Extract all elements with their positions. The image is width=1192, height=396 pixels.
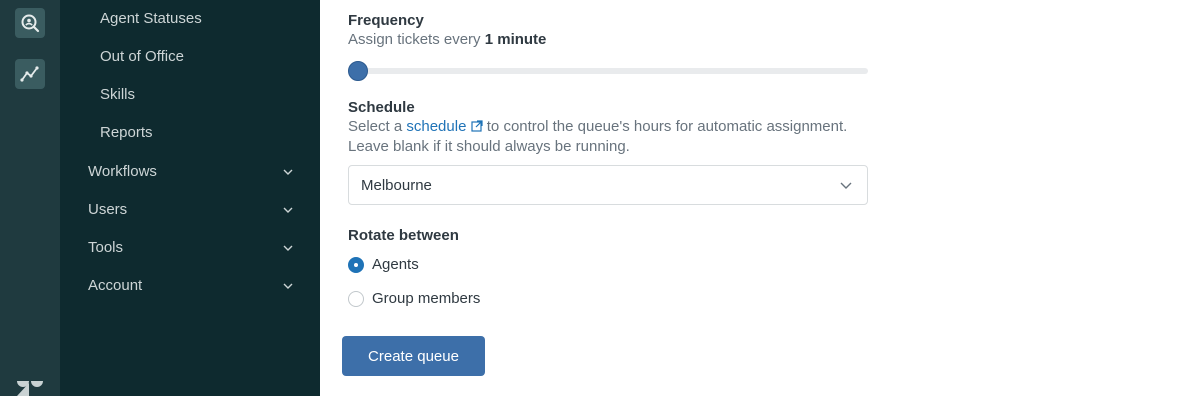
sidebar-section-account[interactable]: Account [88,274,294,298]
queue-form: Frequency Assign tickets every 1 minute … [320,0,1192,396]
sidebar-section-label: Account [88,277,143,294]
chevron-down-icon [283,283,293,289]
create-queue-button[interactable]: Create queue [342,336,485,376]
zendesk-logo-icon [17,381,43,396]
chevron-down-icon [283,207,293,213]
chevron-down-icon [840,182,852,189]
sidebar-item-out-of-office[interactable]: Out of Office [100,45,184,69]
frequency-hint: Assign tickets every 1 minute [348,30,546,50]
schedule-hint-text-end: to control the queue's hours for automat… [482,118,848,135]
search-user-icon[interactable] [15,8,45,38]
frequency-value: 1 minute [484,31,547,48]
chevron-down-icon [283,169,293,175]
radio-unchecked-icon[interactable] [348,290,364,307]
schedule-hint-line2: Leave blank if it should always be runni… [348,138,630,155]
schedule-hint-text: Select a [348,118,407,135]
schedule-link[interactable]: schedule [406,118,483,135]
frequency-slider-thumb[interactable] [348,61,368,81]
frequency-slider-track[interactable] [348,68,868,74]
frequency-hint-text: Assign tickets every [348,31,485,48]
icon-rail [0,0,60,396]
external-link-icon [470,120,483,132]
sidebar-item-skills[interactable]: Skills [100,83,135,107]
schedule-hint: Select a schedule to control the queue's… [348,117,847,137]
sidebar-section-label: Users [88,201,128,218]
analytics-icon[interactable] [15,59,45,89]
chevron-down-icon [283,245,293,251]
radio-agents[interactable]: Agents [348,256,419,273]
rotate-label: Rotate between [348,227,459,244]
radio-label: Group members [372,290,481,307]
sidebar-item-reports[interactable]: Reports [100,121,153,145]
admin-sidebar: Agent Statuses Out of Office Skills Repo… [60,0,320,396]
sidebar-section-workflows[interactable]: Workflows [88,160,294,184]
schedule-label: Schedule [348,99,415,116]
sidebar-section-users[interactable]: Users [88,198,294,222]
schedule-selected-value: Melbourne [361,176,432,194]
frequency-label: Frequency [348,12,424,29]
sidebar-section-label: Workflows [88,163,157,180]
sidebar-section-label: Tools [88,239,124,256]
radio-checked-icon[interactable] [348,256,364,273]
sidebar-item-agent-statuses[interactable]: Agent Statuses [100,7,202,31]
radio-label: Agents [372,256,419,273]
sidebar-section-tools[interactable]: Tools [88,236,294,260]
radio-group-members[interactable]: Group members [348,290,480,307]
schedule-select[interactable]: Melbourne [348,165,868,205]
